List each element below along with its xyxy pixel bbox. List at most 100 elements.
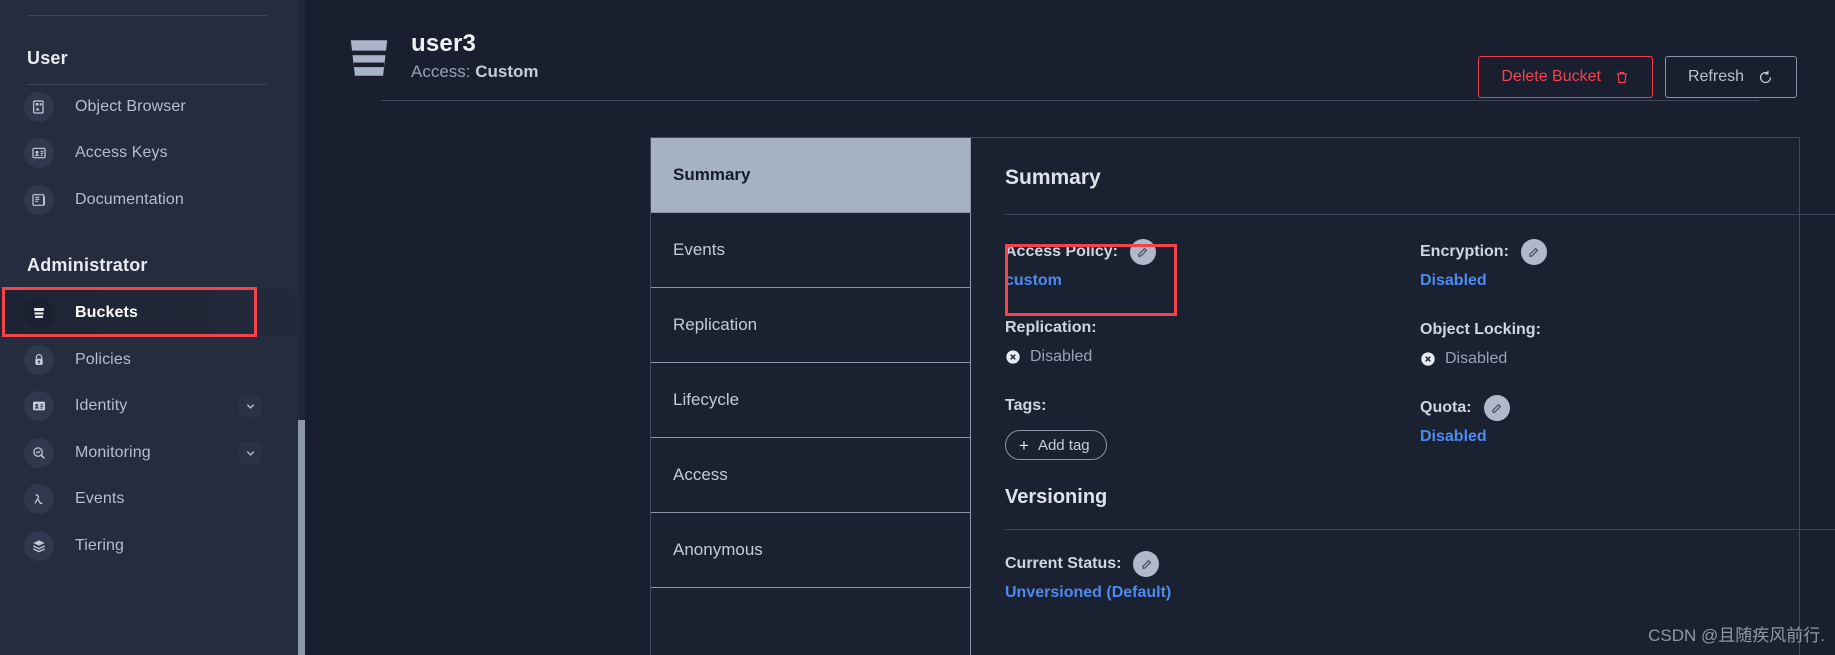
tab-lifecycle[interactable]: Lifecycle (651, 363, 970, 438)
refresh-icon (1757, 69, 1774, 86)
sidebar-item-policies[interactable]: Policies (0, 336, 305, 383)
sidebar-item-label: Tiering (75, 536, 125, 554)
main-content: user3 Access: Custom Delete Bucket Refre… (305, 0, 1835, 655)
sidebar-scrollbar-thumb[interactable] (298, 420, 305, 655)
header-actions: Delete Bucket Refresh (1478, 30, 1797, 98)
layers-icon (24, 530, 54, 561)
delete-bucket-button[interactable]: Delete Bucket (1478, 56, 1653, 98)
sidebar-item-label: Policies (75, 350, 131, 368)
sidebar-item-label: Object Browser (75, 97, 186, 115)
versioning-section: Versioning Current Status: Unversioned (… (1005, 486, 1835, 602)
edit-versioning-button[interactable] (1133, 551, 1160, 577)
encryption-field: Encryption: Disabled (1420, 237, 1835, 290)
tab-anonymous[interactable]: Anonymous (651, 513, 970, 588)
replication-field: Replication: Disabled (1005, 313, 1420, 366)
edit-access-policy-button[interactable] (1129, 239, 1156, 265)
sidebar-item-label: Access Keys (75, 143, 168, 161)
sidebar-item-tiering[interactable]: Tiering (0, 522, 305, 569)
page-header: user3 Access: Custom Delete Bucket Refre… (343, 0, 1797, 104)
app-root: User Object Browser Access Keys Document… (0, 0, 1835, 655)
pencil-icon (1527, 246, 1540, 259)
add-tag-button[interactable]: + Add tag (1005, 430, 1107, 460)
watermark: CSDN @且随疾风前行. (1648, 626, 1825, 645)
sidebar-item-identity[interactable]: Identity (0, 382, 305, 429)
pencil-icon (1490, 402, 1503, 415)
x-circle-icon (1420, 351, 1436, 367)
plus-icon: + (1019, 435, 1029, 455)
pencil-icon (1140, 558, 1153, 571)
current-status-label: Current Status: (1005, 555, 1122, 572)
summary-grid: Access Policy: custom Replication: Disab… (1005, 215, 1835, 464)
sidebar-section-user: User (27, 48, 68, 68)
monitoring-icon (24, 437, 54, 468)
delete-bucket-label: Delete Bucket (1501, 68, 1601, 85)
object-locking-field: Object Locking: Disabled (1420, 315, 1835, 368)
add-tag-label: Add tag (1037, 436, 1090, 454)
sidebar-item-label: Identity (75, 396, 128, 414)
sidebar: User Object Browser Access Keys Document… (0, 0, 305, 655)
page-title: user3 (411, 30, 477, 57)
access-policy-label: Access Policy: (1005, 243, 1118, 260)
access-label: Access: (411, 62, 471, 81)
access-value: Custom (475, 62, 539, 81)
lock-icon (24, 344, 54, 375)
header-divider (381, 100, 1759, 101)
sidebar-item-label: Documentation (75, 190, 184, 208)
access-policy-value[interactable]: custom (1005, 272, 1062, 290)
sidebar-item-events[interactable]: Events (0, 475, 305, 522)
quota-field: Quota: Disabled (1420, 393, 1835, 446)
sidebar-item-label: Buckets (75, 303, 138, 321)
tab-events[interactable]: Events (651, 213, 970, 288)
pencil-icon (1136, 246, 1149, 259)
bucket-access-line: Access: Custom (411, 62, 539, 82)
chevron-down-icon[interactable] (239, 442, 261, 464)
tags-field: Tags: + Add tag (1005, 391, 1420, 460)
sidebar-section-administrator: Administrator (27, 255, 148, 275)
tags-label: Tags: (1005, 397, 1047, 414)
trash-icon (1614, 69, 1630, 86)
bucket-icon (24, 297, 54, 328)
current-status-value: Unversioned (Default) (1005, 584, 1172, 601)
access-policy-field: Access Policy: custom (1005, 237, 1420, 290)
identity-card-icon (24, 390, 54, 421)
sidebar-item-monitoring[interactable]: Monitoring (0, 429, 305, 476)
quota-label: Quota: (1420, 399, 1472, 416)
refresh-button[interactable]: Refresh (1664, 56, 1797, 98)
refresh-label: Refresh (1687, 68, 1744, 85)
edit-quota-button[interactable] (1483, 395, 1510, 421)
summary-panel: Summary Access Policy: custom Replicatio… (971, 138, 1835, 655)
lambda-icon (24, 483, 54, 514)
tab-summary[interactable]: Summary (651, 138, 970, 213)
chevron-down-icon[interactable] (239, 395, 261, 417)
tab-list-filler (651, 588, 970, 655)
replication-label: Replication: (1005, 319, 1097, 336)
object-browser-icon (24, 91, 54, 122)
replication-value: Disabled (1030, 348, 1093, 365)
bucket-detail-panel: Summary Events Replication Lifecycle Acc… (650, 137, 1835, 655)
current-status-field: Current Status: Unversioned (Default) (1005, 530, 1835, 602)
encryption-label: Encryption: (1420, 243, 1509, 260)
sidebar-item-label: Events (75, 489, 125, 507)
versioning-title: Versioning (1005, 486, 1108, 508)
tab-list: Summary Events Replication Lifecycle Acc… (651, 138, 971, 655)
x-circle-icon (1005, 349, 1021, 365)
bucket-icon (343, 32, 395, 84)
summary-column-left: Access Policy: custom Replication: Disab… (1005, 237, 1420, 464)
encryption-value: Disabled (1420, 272, 1487, 289)
documentation-icon (24, 184, 54, 215)
edit-encryption-button[interactable] (1520, 239, 1547, 265)
sidebar-item-buckets[interactable]: Buckets (0, 289, 305, 336)
sidebar-item-label: Monitoring (75, 443, 151, 461)
sidebar-item-access-keys[interactable]: Access Keys (0, 129, 305, 176)
quota-value: Disabled (1420, 428, 1487, 445)
object-locking-label: Object Locking: (1420, 321, 1541, 338)
summary-column-middle: Encryption: Disabled Object Locking: Dis… (1420, 237, 1835, 464)
tab-replication[interactable]: Replication (651, 288, 970, 363)
summary-title: Summary (1005, 166, 1101, 189)
access-keys-icon (24, 137, 54, 168)
object-locking-value: Disabled (1445, 350, 1508, 367)
sidebar-top-divider (27, 15, 267, 16)
tab-access[interactable]: Access (651, 438, 970, 513)
sidebar-item-documentation[interactable]: Documentation (0, 176, 305, 223)
sidebar-item-object-browser[interactable]: Object Browser (0, 83, 305, 130)
